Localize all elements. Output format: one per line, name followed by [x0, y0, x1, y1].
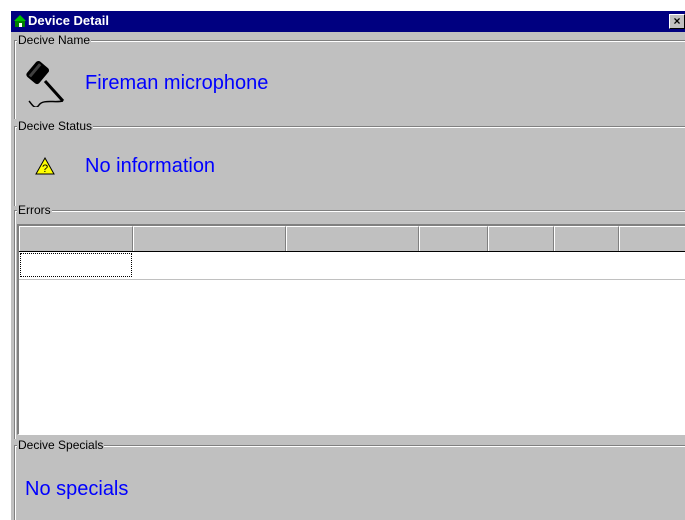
- column-header[interactable]: [419, 226, 488, 251]
- device-name-value: Fireman microphone: [85, 72, 269, 94]
- device-status-value: No information: [85, 155, 216, 177]
- device-name-group: Decive Name Fireman microphone: [14, 33, 685, 119]
- column-header[interactable]: [19, 226, 133, 251]
- warning-icon: ?: [35, 157, 55, 175]
- app-icon: [14, 15, 26, 27]
- table-row[interactable]: [19, 252, 685, 280]
- device-specials-group: Decive Specials No specials: [14, 438, 685, 520]
- column-header[interactable]: [619, 226, 685, 251]
- column-header[interactable]: [488, 226, 554, 251]
- device-specials-group-label: Decive Specials: [17, 438, 105, 452]
- device-specials-value: No specials: [25, 478, 129, 500]
- column-header[interactable]: [286, 226, 419, 251]
- device-status-group-label: Decive Status: [17, 119, 94, 133]
- close-button[interactable]: ×: [669, 14, 685, 29]
- errors-table-header: [19, 226, 685, 252]
- title-bar[interactable]: Device Detail ×: [11, 11, 685, 32]
- window-title: Device Detail: [28, 13, 109, 28]
- device-detail-window: Device Detail × Decive Name Fireman micr…: [11, 11, 685, 520]
- errors-group-label: Errors: [17, 203, 52, 217]
- column-header[interactable]: [554, 226, 619, 251]
- microphone-icon: [26, 60, 65, 107]
- errors-table[interactable]: [17, 224, 685, 435]
- table-cell[interactable]: [20, 253, 132, 277]
- device-status-group: Decive Status ? No information: [14, 119, 685, 206]
- column-header[interactable]: [133, 226, 286, 251]
- svg-text:?: ?: [42, 163, 48, 175]
- device-name-group-label: Decive Name: [17, 33, 92, 47]
